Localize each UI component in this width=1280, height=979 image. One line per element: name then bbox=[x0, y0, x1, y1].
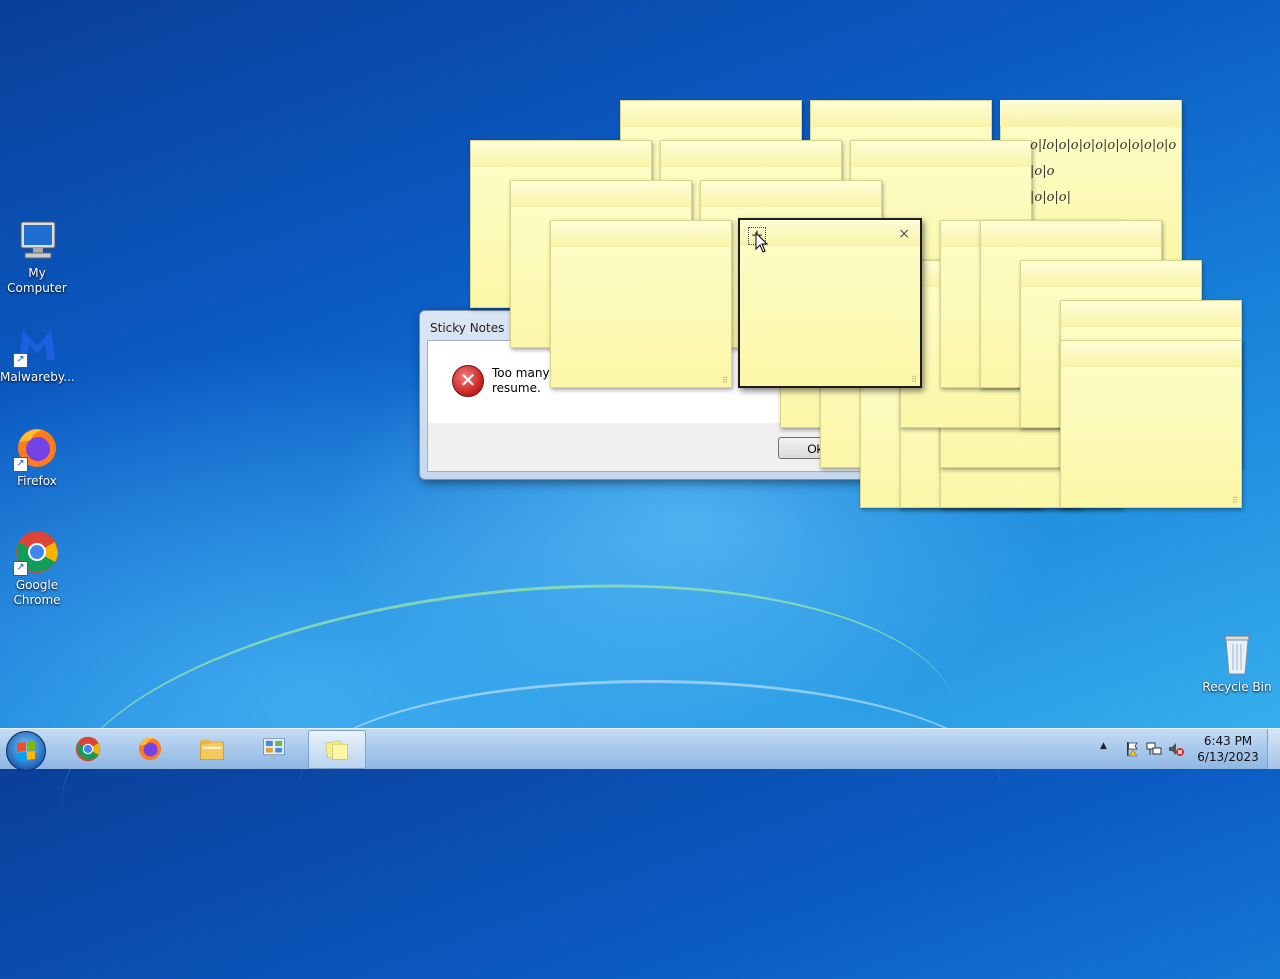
desktop-icon-malwarebytes[interactable]: ↗ Malwareby... bbox=[0, 320, 75, 385]
sticky-note[interactable]: ⠿ bbox=[1060, 340, 1242, 508]
malwarebytes-icon: ↗ bbox=[13, 320, 61, 368]
dialog-title: Sticky Notes bbox=[430, 321, 505, 335]
resize-grip-icon[interactable]: ⠿ bbox=[1232, 496, 1238, 505]
network-icon[interactable] bbox=[1146, 741, 1162, 757]
resize-grip-icon[interactable]: ⠿ bbox=[722, 376, 728, 385]
desktop-icon-label: Recycle Bin bbox=[1202, 680, 1272, 694]
control-panel-icon bbox=[263, 738, 285, 762]
taskbar-control-panel-button[interactable] bbox=[246, 730, 302, 767]
mouse-cursor-icon bbox=[755, 232, 769, 253]
sticky-notes-icon bbox=[325, 740, 348, 760]
show-desktop-button[interactable] bbox=[1267, 729, 1280, 769]
sticky-note-text: o|lo|o|o|o|o|o|o|o|o|o|o|o|o |o|o|o| bbox=[1030, 133, 1180, 211]
shortcut-arrow-icon: ↗ bbox=[13, 561, 28, 576]
shortcut-arrow-icon: ↗ bbox=[13, 353, 28, 368]
computer-icon bbox=[13, 216, 61, 264]
desktop-icon-label: Google Chrome bbox=[13, 578, 61, 607]
chrome-icon: ↗ bbox=[13, 528, 61, 576]
desktop-icon-google-chrome[interactable]: ↗ Google Chrome bbox=[0, 528, 74, 608]
error-icon: ✕ bbox=[452, 365, 484, 397]
taskbar-sticky-notes-button[interactable] bbox=[308, 730, 366, 769]
taskbar-explorer-button[interactable] bbox=[184, 730, 240, 767]
clock-time: 6:43 PM bbox=[1203, 734, 1253, 748]
desktop-icon-my-computer[interactable]: My Computer bbox=[0, 216, 74, 296]
taskbar: ▲ 6:43 PM 6/13/2023 bbox=[0, 728, 1280, 771]
desktop-icon-label: Malwareby... bbox=[0, 370, 75, 384]
desktop-icon-label: Firefox bbox=[17, 474, 57, 488]
note-text-line2: |o|o|o| bbox=[1030, 190, 1071, 205]
start-button[interactable] bbox=[6, 731, 46, 771]
shortcut-arrow-icon: ↗ bbox=[13, 457, 28, 472]
firefox-icon bbox=[138, 737, 162, 761]
recycle-bin-icon bbox=[1213, 630, 1261, 678]
sticky-note[interactable]: ⠿ bbox=[550, 220, 732, 388]
resize-grip-icon[interactable]: ⠿ bbox=[911, 375, 917, 384]
clock[interactable]: 6:43 PM 6/13/2023 bbox=[1188, 733, 1268, 765]
taskbar-firefox-button[interactable] bbox=[122, 730, 178, 767]
action-center-flag-icon[interactable] bbox=[1124, 741, 1140, 757]
dialog-message-line2: resume. bbox=[492, 381, 541, 395]
volume-muted-icon[interactable] bbox=[1168, 741, 1184, 757]
wallpaper-swoosh bbox=[300, 680, 1000, 883]
note-text-line1: o|lo|o|o|o|o|o|o|o|o|o|o|o|o bbox=[1030, 138, 1177, 179]
clock-date: 6/13/2023 bbox=[1197, 750, 1259, 764]
taskbar-chrome-button[interactable] bbox=[60, 730, 116, 767]
chrome-icon bbox=[75, 736, 101, 762]
windows-logo-icon bbox=[17, 741, 35, 761]
firefox-icon: ↗ bbox=[13, 424, 61, 472]
desktop: My Computer ↗ Malwareby... ↗ Firefox ↗ G… bbox=[0, 0, 1280, 979]
desktop-icon-firefox[interactable]: ↗ Firefox bbox=[0, 424, 74, 489]
desktop-icon-recycle-bin[interactable]: Recycle Bin bbox=[1200, 630, 1274, 695]
show-hidden-icons-button[interactable]: ▲ bbox=[1100, 741, 1107, 751]
desktop-icon-label: My Computer bbox=[7, 266, 67, 295]
file-explorer-icon bbox=[200, 739, 224, 760]
system-tray: ▲ 6:43 PM 6/13/2023 bbox=[1090, 729, 1280, 769]
close-note-button[interactable]: × bbox=[898, 226, 910, 242]
